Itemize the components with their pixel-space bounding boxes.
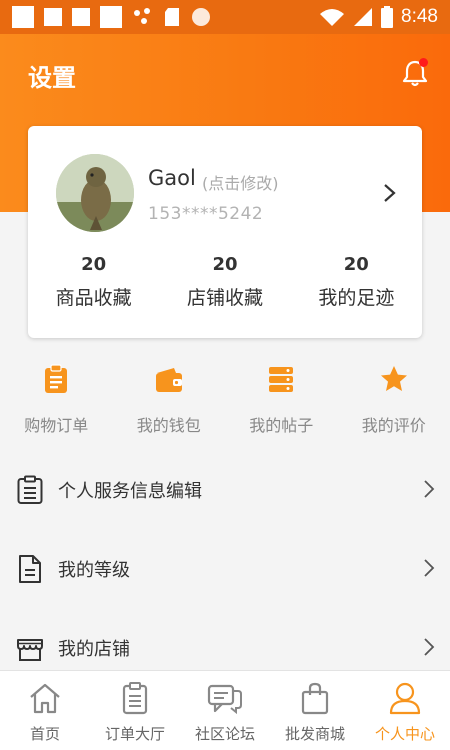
list-item-service-info[interactable]: 个人服务信息编辑 <box>0 450 450 529</box>
stat-shop-favorites[interactable]: 20 店铺收藏 <box>159 254 290 310</box>
stat-footprints[interactable]: 20 我的足迹 <box>291 254 422 310</box>
quick-label: 我的钱包 <box>136 416 201 435</box>
person-icon <box>389 682 421 715</box>
tab-order-hall[interactable]: 订单大厅 <box>90 671 180 750</box>
user-name: Gaol <box>148 166 196 190</box>
battery-icon <box>381 6 394 28</box>
star-icon <box>380 366 407 391</box>
quick-item-orders[interactable]: 购物订单 <box>0 362 113 442</box>
sd-card-icon <box>165 8 179 26</box>
quick-label: 购物订单 <box>24 416 89 435</box>
sync-icon <box>192 8 210 26</box>
stat-value: 20 <box>81 254 107 275</box>
stack-icon <box>269 367 294 392</box>
tab-label: 社区论坛 <box>194 725 255 743</box>
avatar[interactable] <box>56 154 134 232</box>
clipboard-outline-icon <box>17 475 43 504</box>
clipboard-icon <box>45 364 68 393</box>
chevron-right-icon[interactable] <box>382 182 398 204</box>
bird-photo <box>56 154 134 232</box>
profile-card[interactable]: Gaol (点击修改) 153****5242 20 商品收藏 20 店铺收藏 … <box>28 126 422 338</box>
stats-row: 20 商品收藏 20 店铺收藏 20 我的足迹 <box>28 254 422 310</box>
signal-icon <box>354 8 373 26</box>
list-label: 我的等级 <box>58 559 130 581</box>
status-time: 8:48 <box>401 6 438 27</box>
stat-label: 我的足迹 <box>318 287 395 309</box>
notification-icon <box>12 6 34 28</box>
notification-icon <box>72 8 90 26</box>
tab-label: 个人中心 <box>374 725 435 743</box>
list-item-my-level[interactable]: 我的等级 <box>0 529 450 608</box>
shop-icon <box>17 638 43 661</box>
tab-home[interactable]: 首页 <box>0 671 90 750</box>
bottom-tab-bar: 首页 订单大厅 社区论坛 批发商城 个人中心 <box>0 670 450 750</box>
tab-personal-center[interactable]: 个人中心 <box>360 671 450 750</box>
list-label: 个人服务信息编辑 <box>58 480 202 502</box>
user-phone: 153****5242 <box>148 204 264 224</box>
notification-dot <box>419 58 428 67</box>
document-icon <box>19 554 41 583</box>
stat-product-favorites[interactable]: 20 商品收藏 <box>28 254 159 310</box>
notification-icon <box>100 6 122 28</box>
chevron-right-icon <box>424 638 435 656</box>
dots-icon <box>134 8 150 24</box>
quick-item-reviews[interactable]: 我的评价 <box>338 362 450 442</box>
home-icon <box>30 683 60 714</box>
quick-label: 我的评价 <box>361 416 426 435</box>
wifi-icon <box>320 9 345 26</box>
order-icon <box>122 682 148 715</box>
quick-item-posts[interactable]: 我的帖子 <box>225 362 338 442</box>
list-label: 我的店铺 <box>58 638 130 660</box>
quick-menu: 购物订单 我的钱包 我的帖子 我的评价 <box>0 362 450 442</box>
tab-wholesale-mall[interactable]: 批发商城 <box>270 671 360 750</box>
tab-label: 批发商城 <box>284 725 345 743</box>
forum-icon <box>207 684 242 715</box>
settings-list: 个人服务信息编辑 我的等级 我的店铺 <box>0 450 450 687</box>
chevron-right-icon <box>424 480 435 498</box>
notification-button[interactable] <box>400 58 430 88</box>
edit-profile-link[interactable]: (点击修改) <box>202 170 279 194</box>
tab-label: 首页 <box>29 725 60 743</box>
tab-label: 订单大厅 <box>104 725 165 743</box>
bag-icon <box>301 682 329 715</box>
status-bar: 8:48 <box>0 0 450 34</box>
notification-icon <box>44 8 62 26</box>
tab-forum[interactable]: 社区论坛 <box>180 671 270 750</box>
page-title: 设置 <box>28 64 76 92</box>
quick-label: 我的帖子 <box>249 416 314 435</box>
stat-label: 店铺收藏 <box>186 287 263 309</box>
quick-item-wallet[interactable]: 我的钱包 <box>113 362 226 442</box>
stat-label: 商品收藏 <box>55 287 132 309</box>
wallet-icon <box>155 368 182 392</box>
chevron-right-icon <box>424 559 435 577</box>
stat-value: 20 <box>343 254 369 275</box>
stat-value: 20 <box>212 254 238 275</box>
